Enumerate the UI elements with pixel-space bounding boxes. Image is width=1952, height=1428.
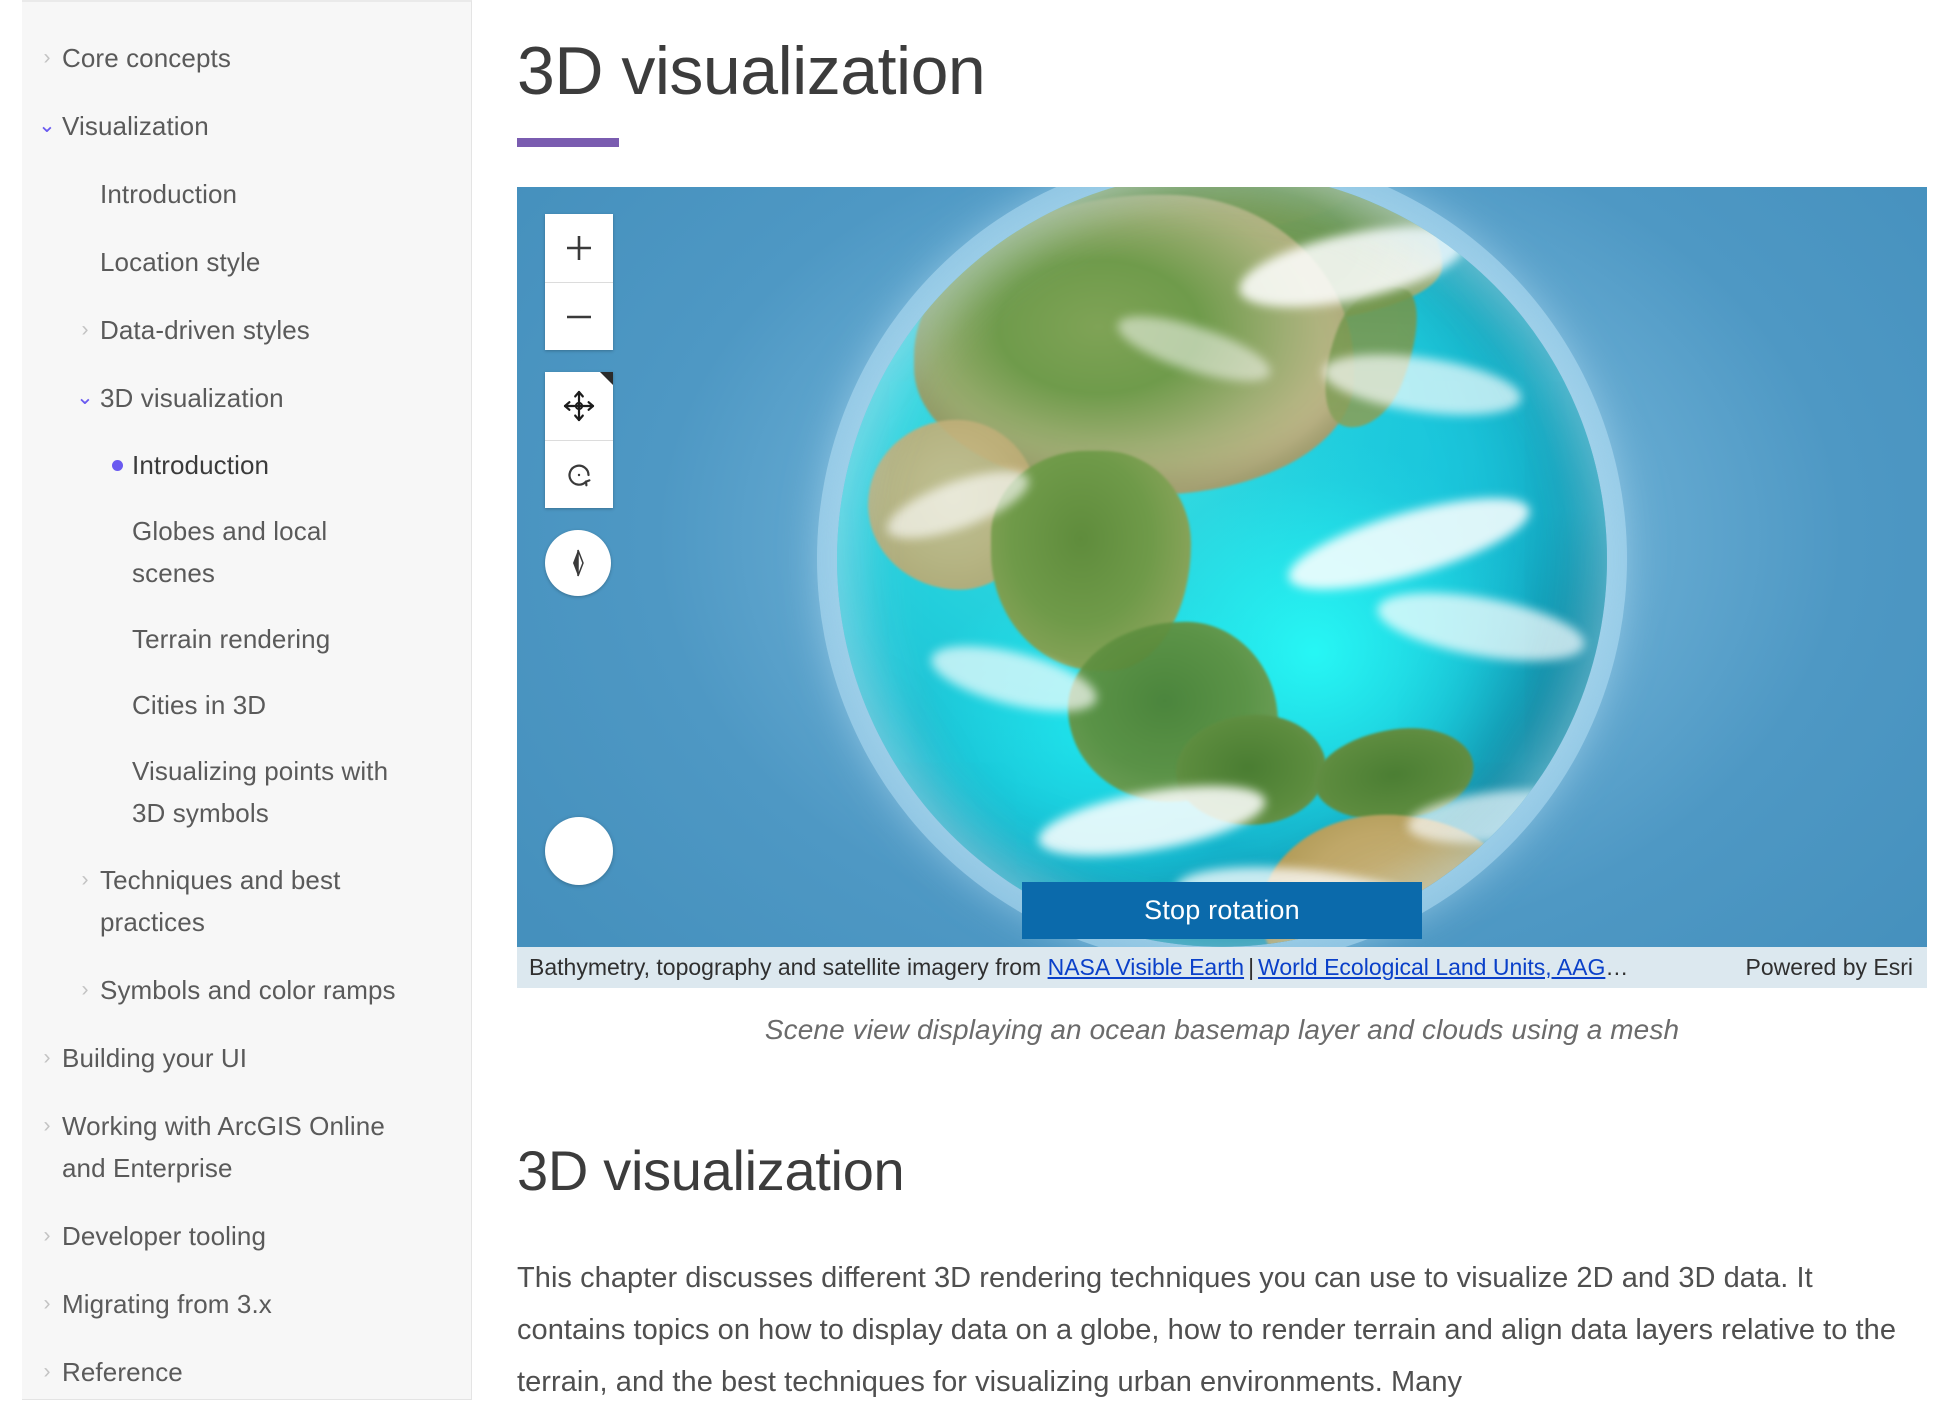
sidebar-item-label: Cities in 3D xyxy=(132,690,267,720)
sidebar-item-reference[interactable]: › Reference xyxy=(22,1338,471,1399)
figure-caption: Scene view displaying an ocean basemap l… xyxy=(764,1014,1680,1045)
chevron-down-icon[interactable]: ⌄ xyxy=(70,377,100,419)
sidebar-item-developer-tooling[interactable]: › Developer tooling xyxy=(22,1202,471,1270)
section-heading: 3D visualization xyxy=(517,1139,905,1202)
sidebar-item-label: Symbols and color ramps xyxy=(100,975,396,1005)
attribution-link-nasa[interactable]: NASA Visible Earth xyxy=(1048,954,1244,980)
zoom-out-button[interactable] xyxy=(545,282,613,350)
sidebar-item-introduction[interactable]: Introduction xyxy=(22,432,471,498)
sidebar-item-label: 3D visualization xyxy=(100,383,284,413)
sidebar-item-location-style[interactable]: ›Location style xyxy=(22,228,471,296)
sidebar-item-migrating-from-3-x[interactable]: › Migrating from 3.x xyxy=(22,1270,471,1338)
sidebar-item-label: Building your UI xyxy=(62,1043,248,1073)
sidebar-item-symbols-and-color-ramps[interactable]: › Symbols and color ramps xyxy=(22,956,471,1024)
sidebar-item-label: Location style xyxy=(100,247,261,277)
body-paragraph: This chapter discusses different 3D rend… xyxy=(517,1262,1897,1398)
chevron-right-icon[interactable]: › xyxy=(32,1105,62,1147)
sidebar-item-label: Visualizing points with 3D symbols xyxy=(132,756,389,828)
sidebar-item-label: Migrating from 3.x xyxy=(62,1289,272,1319)
chevron-right-icon[interactable]: › xyxy=(70,969,100,1011)
navigation-control-stack xyxy=(545,372,613,508)
powered-by-esri: Powered by Esri xyxy=(1745,954,1913,980)
sidebar-item-data-driven-styles[interactable]: › Data-driven styles xyxy=(22,296,471,364)
zoom-control-stack xyxy=(545,214,613,350)
sidebar-item-visualization[interactable]: ⌄ Visualization xyxy=(22,92,471,160)
globe-render xyxy=(837,187,1607,947)
scene-view-figure: Stop rotation Bathymetry, topography and… xyxy=(517,187,1927,1046)
sidebar-item-label: Data-driven styles xyxy=(100,315,310,345)
sidebar-item-visualizing-points-with-3d-symbols[interactable]: ›Visualizing points with 3D symbols xyxy=(22,738,471,846)
chevron-right-icon[interactable]: › xyxy=(32,1215,62,1257)
chevron-right-icon[interactable]: › xyxy=(32,1283,62,1325)
sidebar-item-label: Working with ArcGIS Online and Enterpris… xyxy=(62,1111,385,1183)
sidebar-item-label: Visualization xyxy=(62,111,209,141)
sidebar-item-3d-visualization[interactable]: ⌄ 3D visualization xyxy=(22,364,471,432)
sidebar-item-label: Introduction xyxy=(132,450,270,480)
sidebar-nav-list: ›Core concepts⌄Visualization›Introductio… xyxy=(22,24,471,1399)
scene-round-widget-button[interactable] xyxy=(545,817,613,885)
scene-view-canvas[interactable]: Stop rotation xyxy=(517,187,1927,947)
sidebar-item-cities-in-3d[interactable]: ›Cities in 3D xyxy=(22,672,471,738)
attribution-text: Bathymetry, topography and satellite ima… xyxy=(529,954,1628,981)
attribution-separator: | xyxy=(1248,954,1255,980)
sidebar-item-core-concepts[interactable]: › Core concepts xyxy=(22,24,471,92)
title-accent-rule xyxy=(517,138,619,147)
sidebar-item-label: Developer tooling xyxy=(62,1221,267,1251)
attribution-bar: Bathymetry, topography and satellite ima… xyxy=(517,947,1927,988)
sidebar-item-building-your-ui[interactable]: › Building your UI xyxy=(22,1024,471,1092)
sidebar-item-label: Introduction xyxy=(100,179,238,209)
sidebar-item-label: Globes and local scenes xyxy=(132,516,328,588)
documentation-page: ›Core concepts⌄Visualization›Introductio… xyxy=(0,0,1952,1428)
rotate-button[interactable] xyxy=(545,440,613,508)
active-corner-indicator-icon xyxy=(600,372,613,385)
stop-rotation-button[interactable]: Stop rotation xyxy=(1022,882,1422,939)
sidebar-item-working-with-arcgis-online-and-enterprise[interactable]: › Working with ArcGIS Online and Enterpri… xyxy=(22,1092,471,1202)
sidebar-item-globes-and-local-scenes[interactable]: ›Globes and local scenes xyxy=(22,498,471,606)
sidebar-item-label: Terrain rendering xyxy=(132,624,331,654)
sidebar-navigation[interactable]: ›Core concepts⌄Visualization›Introductio… xyxy=(22,0,472,1400)
attribution-ellipsis: … xyxy=(1605,954,1629,980)
chevron-down-icon[interactable]: ⌄ xyxy=(32,105,62,147)
attribution-prefix: Bathymetry, topography and satellite ima… xyxy=(529,954,1048,980)
chevron-right-icon[interactable]: › xyxy=(32,37,62,79)
sidebar-item-label: Core concepts xyxy=(62,43,231,73)
chevron-right-icon[interactable]: › xyxy=(32,1037,62,1079)
page-title: 3D visualization xyxy=(517,33,986,109)
sidebar-item-introduction[interactable]: ›Introduction xyxy=(22,160,471,228)
chevron-right-icon[interactable]: › xyxy=(70,309,100,351)
compass-button[interactable] xyxy=(545,530,611,596)
chevron-right-icon[interactable]: › xyxy=(70,859,100,901)
main-content: 3D visualization Stop rotation Bathymetr… xyxy=(472,0,1952,1428)
zoom-in-button[interactable] xyxy=(545,214,613,282)
sidebar-item-techniques-and-best-practices[interactable]: › Techniques and best practices xyxy=(22,846,471,956)
scene-widget-column xyxy=(545,214,613,596)
pan-button[interactable] xyxy=(545,372,613,440)
sidebar-item-label: Reference xyxy=(62,1357,183,1387)
chevron-right-icon[interactable]: › xyxy=(32,1351,62,1393)
active-bullet-icon xyxy=(102,444,132,486)
sidebar-item-label: Techniques and best practices xyxy=(100,865,341,937)
sidebar-left-rail xyxy=(0,0,22,1428)
attribution-link-welu[interactable]: World Ecological Land Units, AAG xyxy=(1258,954,1605,980)
sidebar-item-terrain-rendering[interactable]: ›Terrain rendering xyxy=(22,606,471,672)
